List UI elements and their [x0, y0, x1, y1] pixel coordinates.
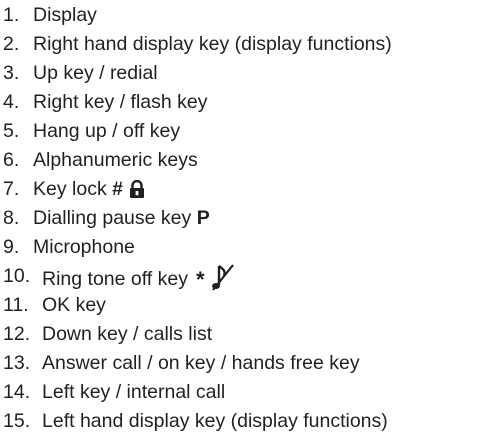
item-number: 2. — [3, 33, 20, 55]
list-item: 10. Ring tone off key * — [0, 262, 488, 292]
item-label: Up key / redial — [33, 62, 158, 84]
list-item: 14. Left key / internal call — [0, 378, 488, 407]
list-item: 6. Alphanumeric keys — [0, 146, 488, 175]
list-item: 12. Down key / calls list — [0, 320, 488, 349]
item-label: Answer call / on key / hands free key — [42, 352, 360, 374]
list-item: 11. OK key — [0, 291, 488, 320]
item-label: Alphanumeric keys — [33, 149, 198, 171]
item-number: 13. — [3, 352, 31, 374]
list-item: 9. Microphone — [0, 233, 488, 262]
list-item: 5. Hang up / off key — [0, 117, 488, 146]
list-item: 2. Right hand display key (display funct… — [0, 30, 488, 59]
item-number: 14. — [3, 381, 31, 403]
item-number: 1. — [3, 4, 20, 26]
item-number: 5. — [3, 120, 20, 142]
item-label: Left hand display key (display functions… — [42, 410, 388, 432]
key-legend-list: 1. Display 2. Right hand display key (di… — [0, 1, 488, 436]
item-label: Left key / internal call — [42, 381, 226, 403]
item-label: Down key / calls list — [42, 323, 213, 345]
item-label: Display — [33, 4, 97, 26]
pause-symbol: P — [196, 207, 210, 229]
list-item: 13. Answer call / on key / hands free ke… — [0, 349, 488, 378]
item-number: 8. — [3, 207, 20, 229]
list-item: 4. Right key / flash key — [0, 88, 488, 117]
item-label: Right hand display key (display function… — [33, 33, 392, 55]
list-item: 7. Key lock # — [0, 175, 488, 204]
item-number: 9. — [3, 236, 20, 258]
item-number: 4. — [3, 91, 20, 113]
item-number: 6. — [3, 149, 20, 171]
item-number: 7. — [3, 178, 20, 200]
item-label: Dialling pause key — [33, 207, 192, 229]
item-label-row: Dialling pause key P — [33, 204, 210, 233]
list-item: 15. Left hand display key (display funct… — [0, 407, 488, 436]
item-label: OK key — [42, 294, 106, 316]
star-symbol: * — [195, 267, 205, 292]
list-item: 3. Up key / redial — [0, 59, 488, 88]
item-label: Right key / flash key — [33, 91, 208, 113]
item-label: Key lock — [33, 178, 107, 200]
item-label: Ring tone off key — [42, 268, 188, 290]
item-number: 15. — [3, 410, 31, 432]
hash-symbol: # — [112, 178, 123, 200]
padlock-icon — [129, 178, 145, 207]
item-number: 11. — [3, 294, 29, 316]
item-label: Hang up / off key — [33, 120, 181, 142]
item-number: 3. — [3, 62, 20, 84]
list-item: 1. Display — [0, 1, 488, 30]
item-label: Microphone — [33, 236, 135, 258]
item-number: 12. — [3, 323, 31, 345]
item-number: 10. — [3, 265, 31, 287]
item-label-row: Key lock # — [33, 175, 145, 207]
list-item: 8. Dialling pause key P — [0, 204, 488, 233]
